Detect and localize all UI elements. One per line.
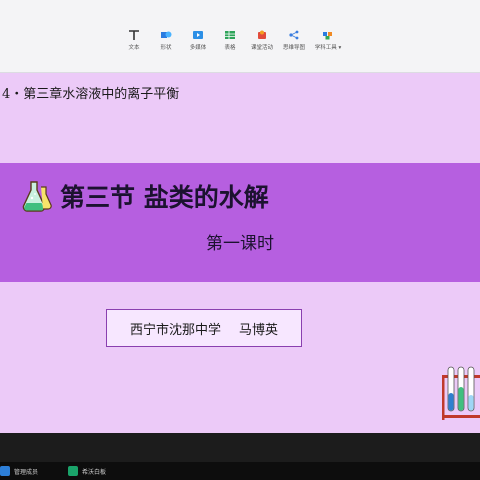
app-window: 文本 形状 多媒体 表格 课堂活动 思维导图 学科工具 ▾ 4・第三章水溶液中的…	[0, 0, 480, 480]
chevron-down-icon: ▾	[336, 45, 342, 51]
mindmap-icon	[289, 30, 299, 40]
toolbar-subject-tools-label: 学科工具 ▾	[314, 45, 342, 51]
slide-subtitle: 第一课时	[206, 234, 274, 254]
title-band: 第三节 盐类的水解 第一课时	[0, 163, 480, 282]
school-name: 西宁市沈那中学	[129, 322, 221, 338]
slide-canvas: 4・第三章水溶液中的离子平衡 第三节 盐类的水解 第一课时 西宁市沈那中学 马博…	[0, 73, 480, 433]
media-icon	[193, 31, 203, 39]
taskbar-item-label: 希沃白板	[82, 468, 107, 476]
table-icon	[225, 31, 235, 39]
toolbar: 文本 形状 多媒体 表格 课堂活动 思维导图 学科工具 ▾	[0, 0, 480, 73]
taskbar-item-label: 管理成员	[14, 468, 39, 476]
slide-title: 第三节 盐类的水解	[60, 183, 269, 212]
text-icon	[129, 30, 139, 40]
whiteboard-icon	[68, 466, 78, 476]
taskbar-item-whiteboard[interactable]: 希沃白板	[68, 464, 106, 478]
taskbar: 管理成员 希沃白板	[0, 462, 480, 480]
subject-tools-icon	[323, 32, 332, 40]
taskbar-item-members[interactable]: 管理成员	[0, 464, 38, 478]
flask-icon	[22, 181, 52, 212]
author-box: 西宁市沈那中学 马博英	[106, 309, 302, 347]
app-icon	[0, 466, 10, 476]
shape-icon	[161, 31, 172, 38]
toolbar-subject-tools-button[interactable]: 学科工具 ▾	[308, 30, 348, 51]
test-tube-rack-icon	[442, 366, 480, 420]
activity-icon	[258, 30, 266, 39]
chapter-header: 4・第三章水溶液中的离子平衡	[2, 87, 180, 102]
teacher-name: 马博英	[239, 322, 279, 338]
title-row: 第三节 盐类的水解	[22, 179, 269, 213]
